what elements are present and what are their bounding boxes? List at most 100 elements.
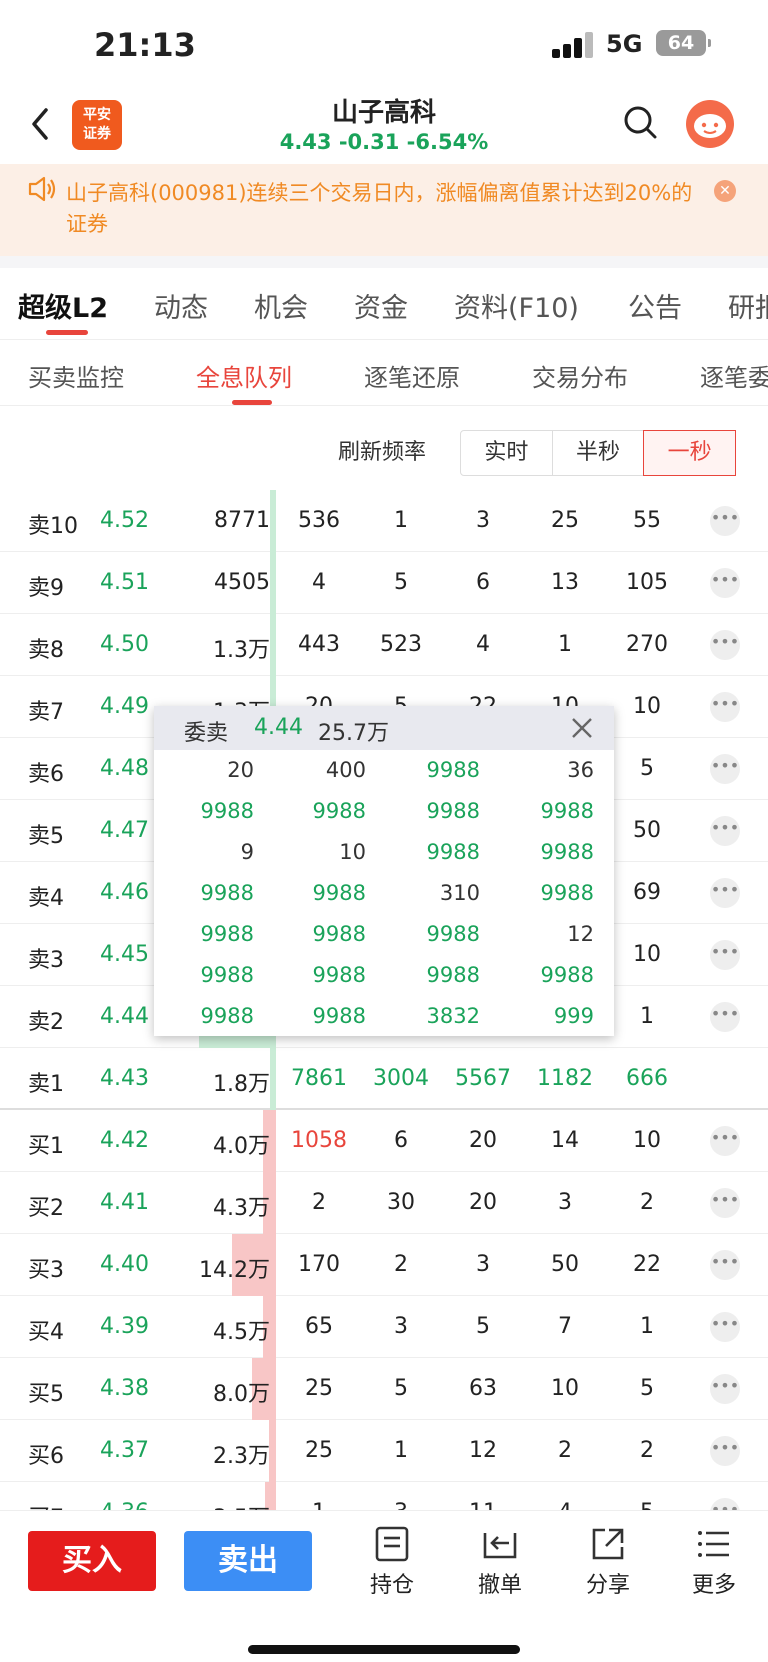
- tab-underline: [46, 330, 88, 335]
- queue-order: 55: [633, 508, 661, 533]
- queue-order: 69: [633, 880, 661, 905]
- close-icon[interactable]: ✕: [714, 180, 736, 202]
- share-label: 分享: [585, 1573, 630, 1598]
- level-price: 4.38: [100, 1376, 149, 1401]
- buy-button[interactable]: 买入: [28, 1531, 156, 1591]
- more-options-icon[interactable]: •••: [710, 1498, 740, 1510]
- queue-order: 523: [380, 632, 422, 657]
- queue-order: 65: [305, 1314, 333, 1339]
- more-options-icon[interactable]: •••: [710, 506, 740, 536]
- search-icon[interactable]: [622, 104, 658, 140]
- tab-l2[interactable]: 超级L2: [18, 286, 108, 325]
- queue-order: 4: [312, 570, 326, 595]
- notice-banner: 山子高科(000981)连续三个交易日内，涨幅偏离值累计达到20%的证券 ✕: [0, 164, 768, 256]
- tab-trade-distribution[interactable]: 交易分布: [532, 358, 628, 393]
- refresh-realtime-button[interactable]: 实时: [461, 431, 553, 475]
- tab-tick-replay[interactable]: 逐笔还原: [364, 358, 460, 393]
- queue-order: 2: [394, 1252, 408, 1277]
- queue-order: 1: [284, 1500, 354, 1510]
- queue-order: 5: [476, 1314, 490, 1339]
- more-options-icon[interactable]: •••: [710, 1312, 740, 1342]
- queue-order: 270: [626, 632, 668, 657]
- level-label: 卖9: [28, 576, 64, 601]
- network-label: 5G: [606, 30, 643, 58]
- more-options-icon[interactable]: •••: [710, 1250, 740, 1280]
- tab-tick-orders[interactable]: 逐笔委托: [700, 358, 768, 393]
- tab-announcements[interactable]: 公告: [628, 286, 682, 325]
- popup-total: 25.7万: [318, 721, 389, 746]
- level-price: 4.51: [100, 570, 149, 595]
- tab-funds[interactable]: 资金: [354, 286, 408, 325]
- more-options-icon[interactable]: •••: [710, 1002, 740, 1032]
- popup-order: 9988: [426, 799, 480, 823]
- queue-order: 7: [558, 1314, 572, 1339]
- more-options-icon[interactable]: •••: [710, 878, 740, 908]
- tab-dynamics[interactable]: 动态: [154, 286, 208, 325]
- more-options-icon[interactable]: •••: [710, 1126, 740, 1156]
- level-volume: 8.0万: [213, 1382, 270, 1407]
- level-price: 4.42: [100, 1128, 149, 1153]
- more-options-icon[interactable]: •••: [710, 816, 740, 846]
- refresh-half-second-button[interactable]: 半秒: [553, 431, 645, 475]
- queue-order: 1: [558, 632, 572, 657]
- holdings-button[interactable]: 持仓: [354, 1525, 430, 1599]
- more-options-icon[interactable]: •••: [710, 1374, 740, 1404]
- assistant-avatar-icon[interactable]: [686, 100, 734, 148]
- more-options-icon[interactable]: •••: [710, 754, 740, 784]
- more-options-icon[interactable]: •••: [710, 1188, 740, 1218]
- level-price: 4.52: [100, 508, 149, 533]
- level-label: 买2: [28, 1196, 64, 1221]
- more-options-icon[interactable]: •••: [710, 568, 740, 598]
- divider: [0, 256, 768, 268]
- more-button[interactable]: 更多: [676, 1525, 752, 1599]
- tab-full-queue[interactable]: 全息队列: [196, 358, 292, 393]
- queue-order: 13: [551, 570, 579, 595]
- level-volume: 3.5万: [213, 1500, 270, 1510]
- queue-order: 5567: [455, 1066, 511, 1091]
- tab-monitor[interactable]: 买卖监控: [28, 358, 124, 393]
- queue-order: 30: [387, 1190, 415, 1215]
- order-row-buy: 买4 4.39 4.5万 65 3 5 7 1 •••: [0, 1296, 768, 1358]
- order-row-buy: 买5 4.38 8.0万 25 5 63 10 5 •••: [0, 1358, 768, 1420]
- undo-icon: [483, 1533, 517, 1559]
- popup-order: 9988: [312, 963, 366, 987]
- share-button[interactable]: 分享: [570, 1525, 646, 1599]
- popup-order: 9988: [312, 1004, 366, 1028]
- more-options-icon[interactable]: •••: [710, 692, 740, 722]
- queue-order: 4: [476, 632, 490, 657]
- queue-order: 11: [448, 1500, 518, 1510]
- queue-order: 1058: [291, 1128, 347, 1153]
- queue-order: 6: [394, 1128, 408, 1153]
- queue-order: 2: [558, 1438, 572, 1463]
- queue-order: 666: [626, 1066, 668, 1091]
- tab-opportunity[interactable]: 机会: [254, 286, 308, 325]
- level-price: 4.46: [100, 880, 149, 905]
- more-options-icon[interactable]: •••: [710, 1436, 740, 1466]
- queue-order: 2: [640, 1190, 654, 1215]
- cancel-order-button[interactable]: 撤单: [462, 1525, 538, 1599]
- queue-order: 7861: [291, 1066, 347, 1091]
- popup-order: 310: [439, 881, 480, 905]
- level-label: 卖6: [28, 762, 64, 787]
- tab-f10[interactable]: 资料(F10): [454, 286, 579, 325]
- level-label: 卖3: [28, 948, 64, 973]
- queue-order: 3: [366, 1500, 436, 1510]
- tab-research[interactable]: 研报: [728, 286, 768, 325]
- level-price: 4.41: [100, 1190, 149, 1215]
- more-options-icon[interactable]: •••: [710, 630, 740, 660]
- level-label: 买3: [28, 1258, 64, 1283]
- popup-order: 9988: [540, 799, 594, 823]
- refresh-row: 刷新频率 实时 半秒 一秒: [0, 406, 768, 490]
- level-volume: 1.8万: [213, 1072, 270, 1097]
- more-options-icon[interactable]: •••: [710, 940, 740, 970]
- queue-order: 5: [612, 1500, 682, 1510]
- volume-bar: [270, 614, 276, 676]
- refresh-one-second-button[interactable]: 一秒: [643, 430, 737, 476]
- level-volume: 4.3万: [213, 1196, 270, 1221]
- popup-order: 9988: [200, 922, 254, 946]
- order-row-buy: 买3 4.40 14.2万 170 2 3 50 22 •••: [0, 1234, 768, 1296]
- order-row-sell: 卖8 4.50 1.3万 443 523 4 1 270 •••: [0, 614, 768, 676]
- queue-order: 20: [469, 1128, 497, 1153]
- close-icon[interactable]: [570, 716, 594, 740]
- sell-button[interactable]: 卖出: [184, 1531, 312, 1591]
